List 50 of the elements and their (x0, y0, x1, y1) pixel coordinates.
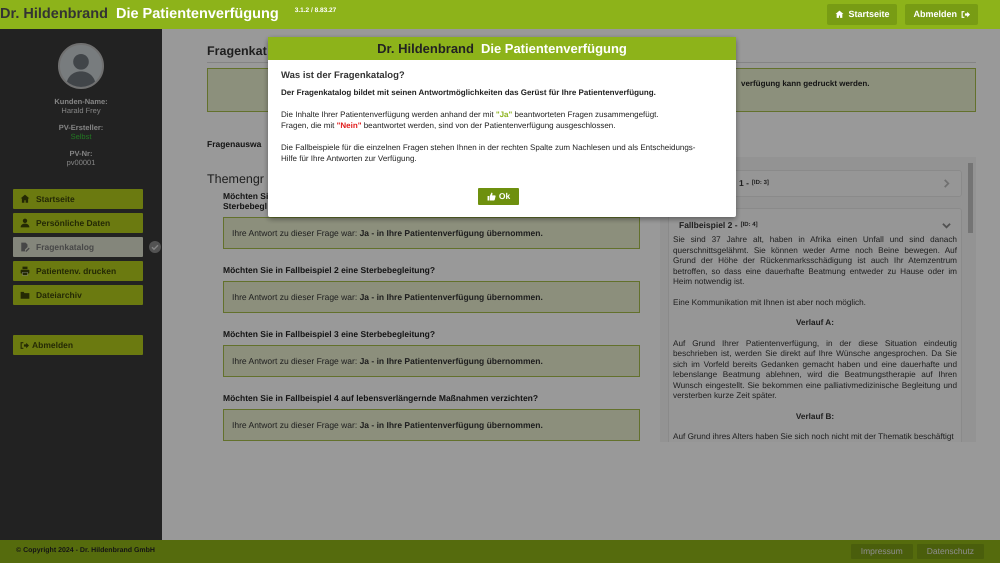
home-icon (20, 194, 30, 204)
sidebar-nav-item[interactable]: Fragenkatalog (13, 237, 143, 257)
user-icon (20, 218, 30, 228)
logout-button[interactable]: Abmelden (905, 4, 978, 26)
chevron-right-icon (942, 179, 951, 188)
question-text: Möchten Sie in Fallbeispiel 3 eine Sterbebegleitung? (223, 329, 436, 339)
group-title: Themengr (207, 172, 265, 187)
question-text: Möchten Si Sterbebegl (223, 191, 268, 211)
case-title: Fallbeispiel 2 - (679, 218, 738, 232)
footer-link-button[interactable]: Impressum (850, 544, 913, 559)
folder-icon (20, 290, 30, 300)
product-name: Die Patientenverfügung (116, 4, 279, 24)
logout-icon (20, 340, 29, 350)
sidebar-nav-item[interactable]: Persönliche Daten (13, 213, 143, 233)
case-paragraph: Auf Grund ihres Alters haben Sie sich noch nicht mit der Thematik beschäftigt (673, 432, 955, 442)
home-button[interactable]: Startseite (827, 4, 898, 26)
brand-name: Dr. Hildenbrand (0, 4, 108, 24)
thumbs-up-icon (486, 192, 496, 201)
answer-text: Ihre Antwort zu dieser Frage war: Ja - in Ihre Patientenverfügung übernommen. (232, 418, 543, 432)
dialog-text: Fragen, die mit "Nein" beantwortet werden, sind von der Patientenverfügung ausgeschlossen. (281, 120, 616, 131)
sidebar-nav-item[interactable]: Dateiarchiv (13, 285, 143, 305)
case-paragraph: Auf Grund Ihrer Patientenverfügung, in der diese Situation eindeutig beschrieben ist, werden Sie direkt auf Ihre Wünsche angesprochen. Da Sie sich im Vorfeld bereits Gedanken gemacht haben und eine dauerhafte und lebenslange Beatmung ablehnen, wird die Beatmungstherapie auf Ihren Wunsch eingestellt. Sie bekommen eine palliativmedizinische Begleitung und versterben kurze Zeit später. (673, 338, 957, 402)
document-pen-icon (20, 242, 30, 252)
notice-text: verfügung kann gedruckt werden. (741, 79, 870, 88)
answer-text: Ihre Antwort zu dieser Frage war: Ja - in Ihre Patientenverfügung übernommen. (232, 354, 543, 368)
question-text: Möchten Sie in Fallbeispiel 2 eine Sterbebegleitung? (223, 265, 436, 275)
dialog-text: Die Fallbeispiele für die einzelnen Fragen stehen Ihnen in der rechten Spalte zum Nachlesen und als Entscheidungs-Hilfe für Ihre Antworten zur Verfügung. (281, 142, 696, 164)
footer-link-button[interactable]: Datenschutz (916, 544, 984, 559)
dialog-heading: Was ist der Fragenkatalog? (281, 70, 406, 81)
ok-button[interactable]: Ok (478, 188, 520, 205)
dialog-lead-text: Der Fragenkatalog bildet mit seinen Antwortmöglichkeiten das Gerüst für Ihre Patientenverfügung. (281, 87, 657, 98)
case-title: 1 - (739, 177, 749, 190)
logout-icon (961, 10, 970, 19)
sidebar-nav-item[interactable]: Patientenv. drucken (13, 261, 143, 281)
chevron-down-icon (942, 220, 951, 230)
home-icon (835, 10, 844, 19)
case-paragraph: Eine Kommunikation mit Ihnen ist aber noch möglich. (673, 298, 867, 308)
question-text: Möchten Sie in Fallbeispiel 4 auf lebensverlängernde Maßnahmen verzichten? (223, 393, 538, 403)
section-label: Fragenauswa (207, 139, 262, 149)
case-paragraph: Sie sind 37 Jahre alt, haben in Afrika einen Unfall und sind danach querschnittsgelähmt. Sie können weder Arme noch Beine bewegen. Auf Grund der Höhe der Rückenmarksschädigung ist auch Ihr Atemzentrum betroffen, so dass eine dauerhafte Beatmung entweder zu Hause oder im Heim notwendig ist. (673, 235, 957, 288)
answer-text: Ihre Antwort zu dieser Frage war: Ja - in Ihre Patientenverfügung übernommen. (232, 226, 543, 240)
scrollbar-thumb[interactable] (968, 163, 973, 233)
sidebar-nav-item[interactable]: Startseite (13, 189, 143, 209)
case-subheading: Verlauf B: (794, 412, 836, 422)
answer-text: Ihre Antwort zu dieser Frage war: Ja - in Ihre Patientenverfügung übernommen. (232, 290, 543, 304)
case-subheading: Verlauf A: (795, 318, 835, 328)
printer-icon (20, 266, 30, 276)
avatar-placeholder (58, 43, 104, 89)
logout-nav-button[interactable]: Abmelden (13, 335, 143, 355)
dialog-text: Die Inhalte Ihrer Patientenverfügung werden anhand der mit "Ja" beantworteten Fragen zusammengefügt. (281, 109, 660, 120)
